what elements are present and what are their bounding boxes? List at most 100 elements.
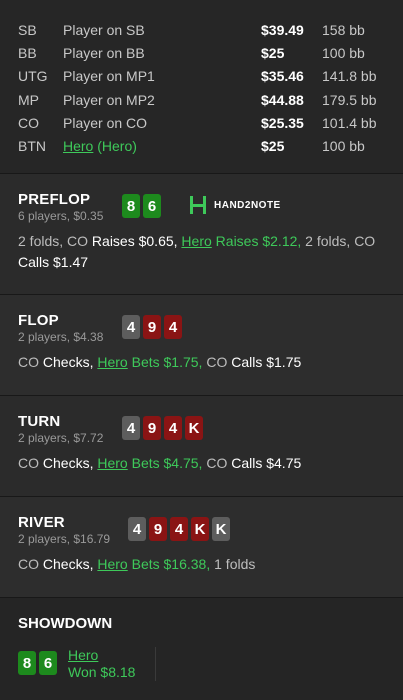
action-text: Checks, — [42, 556, 94, 572]
playing-card: 6 — [39, 651, 57, 675]
action-text: Bets $4.75, — [127, 455, 203, 471]
action-text: Calls $4.75 — [231, 455, 302, 471]
playing-card: 4 — [122, 416, 140, 440]
street-turn: TURN 2 players, $7.72 494K CO Checks, He… — [0, 396, 403, 497]
player-stack-bb: 158 bb — [322, 22, 365, 38]
playing-card: K — [191, 517, 209, 541]
players-table: SB Player on SB $39.49 158 bb BB Player … — [0, 0, 403, 174]
playing-card: 4 — [128, 517, 146, 541]
player-stack: $25.35 — [261, 114, 304, 131]
action-text: CO — [18, 556, 43, 572]
showdown-title: SHOWDOWN — [18, 615, 113, 632]
player-name: Player on SB — [63, 22, 145, 38]
street-cards: 494KK — [128, 517, 230, 541]
player-name: Player on CO — [63, 114, 148, 131]
action-text: Bets $16.38, — [127, 556, 211, 572]
player-row: SB Player on SB $39.49 158 bb — [18, 19, 385, 42]
player-stack: $35.46 — [261, 68, 304, 85]
playing-card: 9 — [143, 416, 161, 440]
player-name: Hero (Hero) — [63, 135, 261, 158]
street-pot-info: 6 players, $0.35 — [18, 209, 104, 223]
street-actions: CO Checks, Hero Bets $1.75, CO Calls $1.… — [18, 352, 385, 373]
player-name: Player on MP1 — [63, 68, 155, 85]
showdown-row: 86 Hero Won $8.18 — [18, 647, 385, 681]
showdown-player-link[interactable]: Hero — [68, 647, 135, 664]
hero-tag: (Hero) — [93, 137, 137, 154]
showdown-divider — [155, 647, 157, 681]
street-pot-info: 2 players, $16.79 — [18, 532, 111, 546]
street-cards: 494K — [122, 416, 203, 440]
playing-card: 4 — [122, 315, 140, 339]
player-name: Player on BB — [63, 45, 145, 62]
hand2note-logo: HAND2NOTE — [188, 195, 281, 215]
player-stack: $25 — [261, 137, 285, 154]
player-position: MP — [18, 91, 39, 108]
hero-link[interactable]: Hero — [181, 233, 211, 249]
playing-card: 8 — [122, 194, 140, 218]
action-text: Raises $0.65, — [91, 233, 178, 249]
hero-link[interactable]: Hero — [97, 354, 127, 370]
playing-card: 8 — [18, 651, 36, 675]
showdown-cards: 86 — [18, 651, 57, 681]
hero-link[interactable]: Hero — [97, 556, 127, 572]
action-text: Calls $1.75 — [231, 354, 302, 370]
street-pot-info: 2 players, $7.72 — [18, 431, 104, 445]
player-stack-bb: 179.5 bb — [322, 91, 377, 108]
player-stack: $44.88 — [261, 91, 304, 108]
street-cards: 86 — [122, 194, 161, 218]
hand2note-logo-icon — [190, 196, 206, 214]
playing-card: 6 — [143, 194, 161, 218]
action-text: 2 folds, CO — [18, 233, 92, 249]
playing-card: 9 — [149, 517, 167, 541]
action-text: Calls $1.47 — [18, 254, 89, 270]
player-stack-bb: 100 bb — [322, 137, 365, 154]
player-row: CO Player on CO $25.35 101.4 bb — [18, 112, 385, 135]
street-flop: FLOP 2 players, $4.38 494 CO Checks, Her… — [0, 295, 403, 396]
action-text: Bets $1.75, — [127, 354, 203, 370]
hero-link[interactable]: Hero — [97, 455, 127, 471]
playing-card: 4 — [170, 517, 188, 541]
player-row: BB Player on BB $25 100 bb — [18, 42, 385, 65]
street-title: TURN — [18, 413, 61, 430]
player-stack-bb: 141.8 bb — [322, 68, 377, 85]
player-stack-bb: 100 bb — [322, 45, 365, 62]
player-row: UTG Player on MP1 $35.46 141.8 bb — [18, 65, 385, 88]
showdown-section: SHOWDOWN 86 Hero Won $8.18 — [0, 598, 403, 700]
playing-card: K — [212, 517, 230, 541]
playing-card: 4 — [164, 416, 182, 440]
action-text: 1 folds — [210, 556, 256, 572]
hero-link[interactable]: Hero — [63, 138, 93, 154]
action-text: Checks, — [42, 455, 94, 471]
showdown-result: Won $8.18 — [68, 664, 136, 680]
street-cards: 494 — [122, 315, 182, 339]
player-position: BB — [18, 45, 37, 62]
street-title: PREFLOP — [18, 191, 91, 208]
street-actions: 2 folds, CO Raises $0.65, Hero Raises $2… — [18, 231, 385, 273]
action-text: CO — [202, 354, 232, 370]
player-stack-bb: 101.4 bb — [322, 114, 377, 131]
player-position: SB — [18, 22, 37, 38]
action-text: 2 folds, CO — [301, 233, 380, 249]
player-stack: $39.49 — [261, 22, 304, 38]
playing-card: 9 — [143, 315, 161, 339]
street-title: RIVER — [18, 514, 65, 531]
player-stack: $25 — [261, 45, 285, 62]
street-preflop: PREFLOP 6 players, $0.35 86 2 folds, CO … — [0, 174, 403, 295]
player-position: CO — [18, 114, 39, 131]
player-position: BTN — [18, 137, 46, 154]
action-text: Raises $2.12, — [211, 233, 302, 249]
action-text: CO — [18, 354, 43, 370]
street-pot-info: 2 players, $4.38 — [18, 330, 104, 344]
playing-card: K — [185, 416, 203, 440]
action-text: CO — [202, 455, 232, 471]
hand2note-logo-text: HAND2NOTE — [214, 199, 281, 211]
showdown-info: Hero Won $8.18 — [68, 647, 135, 681]
player-row: MP Player on MP2 $44.88 179.5 bb — [18, 89, 385, 112]
hand-history-panel: SB Player on SB $39.49 158 bb BB Player … — [0, 0, 403, 700]
street-actions: CO Checks, Hero Bets $16.38, 1 folds — [18, 554, 385, 575]
street-river: RIVER 2 players, $16.79 494KK CO Checks,… — [0, 497, 403, 598]
action-text: CO — [18, 455, 43, 471]
playing-card: 4 — [164, 315, 182, 339]
player-row-hero: BTN Hero (Hero) $25 100 bb — [18, 135, 385, 158]
street-actions: CO Checks, Hero Bets $4.75, CO Calls $4.… — [18, 453, 385, 474]
